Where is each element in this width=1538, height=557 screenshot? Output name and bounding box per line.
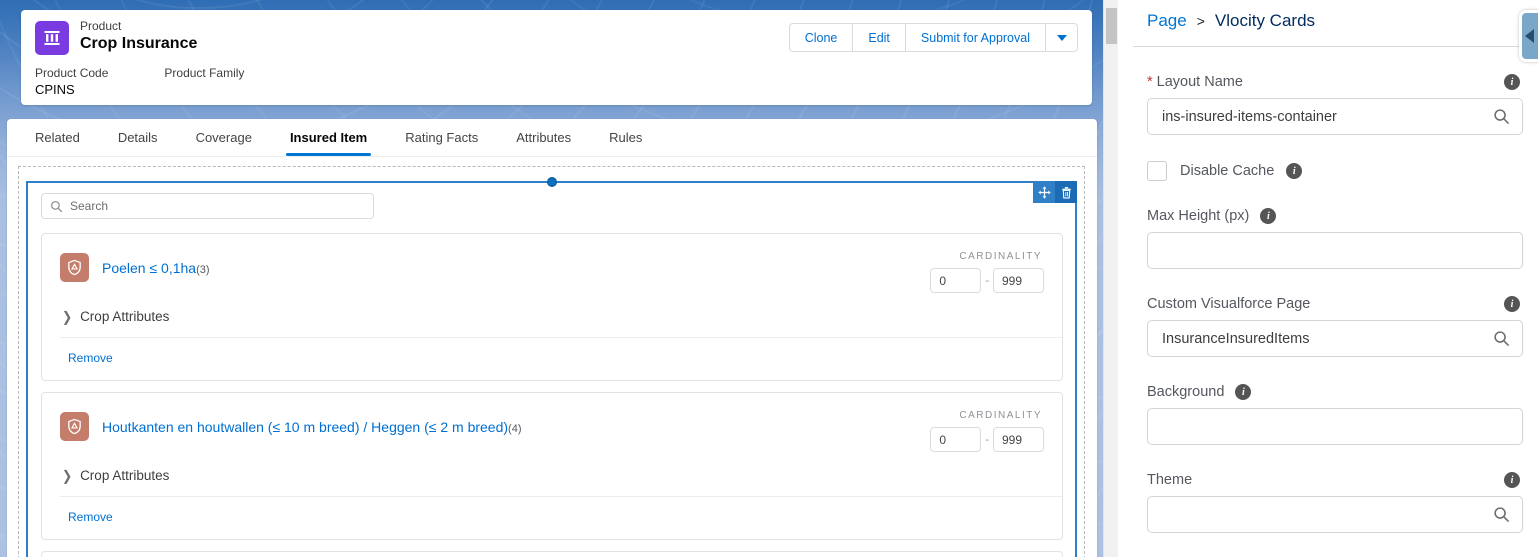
edit-button[interactable]: Edit bbox=[852, 23, 905, 52]
item-count: (4) bbox=[508, 423, 522, 435]
info-icon[interactable]: i bbox=[1260, 208, 1277, 224]
info-icon[interactable]: i bbox=[1286, 163, 1303, 179]
insured-item-card: Houtkanten en houtwallen (≤ 10 m breed) … bbox=[41, 392, 1063, 540]
crop-attributes-expander[interactable]: ❯ Crop Attributes bbox=[62, 467, 1044, 484]
collapse-panel-button[interactable] bbox=[1519, 10, 1538, 62]
move-icon[interactable] bbox=[1033, 181, 1055, 203]
background-input[interactable] bbox=[1147, 408, 1523, 445]
disable-cache-checkbox[interactable] bbox=[1147, 161, 1167, 181]
tab-rating-facts[interactable]: Rating Facts bbox=[403, 130, 480, 156]
chevron-down-icon bbox=[1056, 34, 1067, 41]
search-input[interactable] bbox=[70, 199, 365, 213]
selected-cards-container[interactable]: Poelen ≤ 0,1ha(3) CARDINALITY - bbox=[26, 177, 1077, 557]
background-label: Background bbox=[1147, 384, 1225, 400]
theme-input[interactable] bbox=[1147, 496, 1523, 533]
max-height-input[interactable] bbox=[1147, 232, 1523, 269]
cardinality-max-input[interactable] bbox=[993, 427, 1044, 452]
search-icon[interactable] bbox=[1493, 330, 1510, 347]
background-group: Background i bbox=[1147, 384, 1523, 445]
cardinality-max-input[interactable] bbox=[993, 268, 1044, 293]
theme-group: Theme i bbox=[1147, 472, 1523, 533]
product-family-label: Product Family bbox=[164, 66, 245, 80]
selection-handle[interactable] bbox=[546, 177, 557, 187]
tab-related[interactable]: Related bbox=[33, 130, 82, 156]
cardinality-min-input[interactable] bbox=[930, 427, 982, 452]
insured-item-card: Poelen ≤ 0,1ha(3) CARDINALITY - bbox=[41, 233, 1063, 381]
product-code-label: Product Code bbox=[35, 66, 109, 80]
panel-divider bbox=[1133, 46, 1538, 47]
tab-rules[interactable]: Rules bbox=[607, 130, 644, 156]
record-tabs-card: Related Details Coverage Insured Item Ra… bbox=[7, 119, 1097, 557]
submit-for-approval-button[interactable]: Submit for Approval bbox=[904, 23, 1045, 52]
item-title-link[interactable]: Poelen ≤ 0,1ha bbox=[102, 260, 196, 276]
search-icon[interactable] bbox=[1493, 108, 1510, 125]
disable-cache-label: Disable Cache bbox=[1180, 163, 1275, 179]
builder-dropzone: Poelen ≤ 0,1ha(3) CARDINALITY - bbox=[18, 166, 1085, 557]
chevron-right-icon: ❯ bbox=[62, 467, 73, 484]
theme-label: Theme bbox=[1147, 472, 1193, 488]
chevron-left-icon bbox=[1525, 29, 1534, 43]
selection-toolbar bbox=[1033, 181, 1077, 203]
product-icon bbox=[35, 21, 69, 55]
search-box bbox=[41, 193, 374, 219]
item-divider bbox=[60, 337, 1062, 338]
info-icon[interactable]: i bbox=[1504, 472, 1520, 488]
clone-button[interactable]: Clone bbox=[788, 23, 853, 52]
layout-name-label: Layout Name bbox=[1156, 74, 1243, 90]
scrollbar-thumb[interactable] bbox=[1106, 8, 1117, 44]
more-actions-button[interactable] bbox=[1045, 23, 1078, 52]
shield-icon bbox=[60, 412, 89, 441]
page-title: Crop Insurance bbox=[80, 35, 198, 52]
entity-type-label: Product bbox=[80, 19, 122, 33]
breadcrumb-page-link[interactable]: Page bbox=[1147, 11, 1187, 31]
max-height-label: Max Height (px) bbox=[1147, 208, 1250, 224]
max-height-group: Max Height (px) i bbox=[1147, 208, 1523, 269]
cardinality-dash: - bbox=[985, 274, 989, 287]
search-icon[interactable] bbox=[1493, 506, 1510, 523]
item-divider bbox=[60, 496, 1062, 497]
tab-attributes[interactable]: Attributes bbox=[514, 130, 573, 156]
info-icon[interactable]: i bbox=[1504, 74, 1520, 90]
breadcrumb-current: Vlocity Cards bbox=[1214, 11, 1316, 30]
shield-icon bbox=[60, 253, 89, 282]
layout-name-input[interactable] bbox=[1147, 98, 1523, 135]
tab-insured-item[interactable]: Insured Item bbox=[285, 130, 372, 156]
vertical-scrollbar[interactable] bbox=[1103, 0, 1118, 557]
remove-link[interactable]: Remove bbox=[68, 510, 113, 524]
cardinality-label: CARDINALITY bbox=[959, 251, 1042, 262]
insured-item-card: Begraasde niet-landbouwgrond(6) CARDINAL… bbox=[41, 551, 1063, 557]
cardinality-label: CARDINALITY bbox=[959, 410, 1042, 421]
product-icon-glyph bbox=[44, 31, 60, 45]
record-page-canvas: Product Crop Insurance Clone Edit Submit… bbox=[0, 0, 1103, 557]
custom-visualforce-input[interactable] bbox=[1147, 320, 1523, 357]
breadcrumb: Page > Vlocity Cards bbox=[1147, 8, 1522, 34]
custom-visualforce-group: Custom Visualforce Page i bbox=[1147, 296, 1523, 357]
crop-attributes-expander[interactable]: ❯ Crop Attributes bbox=[62, 308, 1044, 325]
breadcrumb-separator: > bbox=[1196, 13, 1205, 29]
trash-icon[interactable] bbox=[1055, 181, 1077, 203]
tab-details[interactable]: Details bbox=[116, 130, 160, 156]
record-action-buttons: Clone Edit Submit for Approval bbox=[788, 23, 1078, 52]
cardinality-dash: - bbox=[985, 433, 989, 446]
required-marker: * bbox=[1147, 74, 1153, 90]
tab-coverage[interactable]: Coverage bbox=[194, 130, 254, 156]
info-icon[interactable]: i bbox=[1235, 384, 1252, 400]
disable-cache-group: Disable Cache i bbox=[1147, 161, 1522, 181]
record-tabs: Related Details Coverage Insured Item Ra… bbox=[7, 119, 1097, 157]
item-title-link[interactable]: Houtkanten en houtwallen (≤ 10 m breed) … bbox=[102, 419, 508, 435]
item-count: (3) bbox=[196, 264, 210, 276]
layout-name-group: * Layout Name i bbox=[1147, 74, 1523, 135]
chevron-right-icon: ❯ bbox=[62, 308, 73, 325]
product-header-card: Product Crop Insurance Clone Edit Submit… bbox=[21, 10, 1092, 105]
search-icon bbox=[50, 200, 63, 212]
remove-link[interactable]: Remove bbox=[68, 351, 113, 365]
property-panel: Page > Vlocity Cards * Layout Name i Dis… bbox=[1118, 0, 1538, 557]
cardinality-min-input[interactable] bbox=[930, 268, 982, 293]
info-icon[interactable]: i bbox=[1504, 296, 1520, 312]
custom-visualforce-label: Custom Visualforce Page bbox=[1147, 296, 1311, 312]
product-code-value: CPINS bbox=[35, 82, 75, 97]
